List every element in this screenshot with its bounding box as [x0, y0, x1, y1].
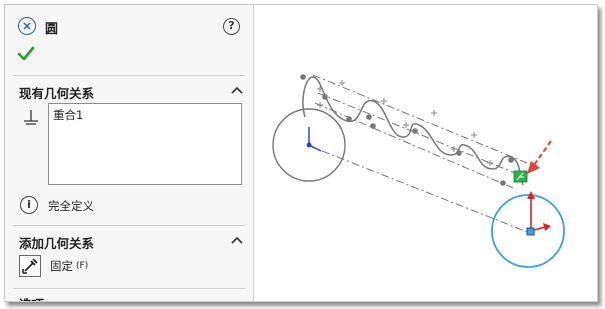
coincident-relation-icon — [24, 110, 38, 125]
help-icon[interactable]: ? — [223, 18, 240, 35]
graphics-area[interactable] — [255, 5, 598, 302]
anchor-glyph — [22, 258, 38, 274]
fix-anchor-icon — [19, 255, 41, 277]
chevron-up-icon[interactable] — [231, 86, 243, 94]
spline-points — [300, 74, 514, 186]
origin-marker-left — [306, 127, 322, 152]
fix-relation-shortcut: (F) — [76, 261, 89, 271]
existing-relations-title: 现有几何关系 — [19, 86, 95, 101]
status-text: 完全定义 — [48, 199, 94, 213]
pointer-arrow — [533, 140, 552, 166]
add-relations-title: 添加几何关系 — [19, 236, 95, 251]
existing-relations-list[interactable]: 重合1 — [48, 103, 242, 185]
pointer-arrowhead — [527, 161, 540, 174]
divider — [13, 225, 245, 226]
checkmark-icon[interactable] — [17, 46, 35, 62]
chevron-up-icon[interactable] — [231, 236, 243, 244]
relation-list-item[interactable]: 重合1 — [53, 107, 83, 123]
info-icon: i — [20, 196, 38, 214]
sketch-canvas[interactable] — [255, 5, 598, 302]
fix-relation-button[interactable]: 固定 (F) — [17, 255, 217, 277]
property-manager-panel: 圆 ? 现有几何关系 重合1 i 完全定义 添加几何关系 固定 (F) — [5, 5, 254, 301]
fix-relation-label: 固定 — [50, 259, 73, 273]
divider — [13, 288, 245, 289]
options-title: 选项 — [19, 294, 44, 301]
close-icon[interactable] — [18, 17, 36, 35]
panel-title: 圆 — [45, 22, 59, 37]
divider — [13, 75, 245, 76]
close-x-glyph — [23, 22, 31, 30]
window-frame: 圆 ? 现有几何关系 重合1 i 完全定义 添加几何关系 固定 (F) — [4, 4, 598, 302]
construction-lines — [306, 74, 531, 234]
